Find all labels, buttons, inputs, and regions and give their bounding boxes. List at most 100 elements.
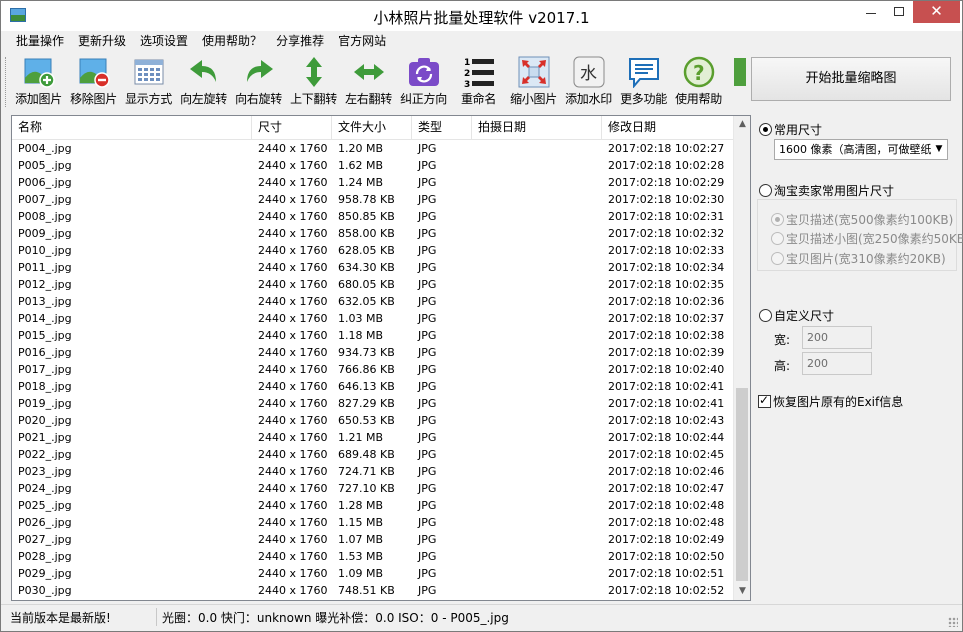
table-row[interactable]: P008_.jpg 2440 x 1760 850.85 KB JPG 2017:02:…	[12, 208, 734, 225]
taobao-option-desc-small[interactable]: 宝贝描述小图(宽250像素约50KB)	[771, 230, 963, 247]
remove-image-button[interactable]: 移除图片	[66, 53, 121, 109]
column-file-size[interactable]: 文件大小	[332, 116, 412, 140]
column-name[interactable]: 名称	[12, 116, 252, 140]
rename-button[interactable]: 1 2 3 重命名	[451, 53, 506, 109]
file-list[interactable]: 名称 尺寸 文件大小 类型 拍摄日期 修改日期 P004_.jpg 2440 x …	[11, 115, 751, 601]
table-row[interactable]: P018_.jpg 2440 x 1760 646.13 KB JPG 2017:02:…	[12, 378, 734, 395]
table-row[interactable]: P023_.jpg 2440 x 1760 724.71 KB JPG 2017:02:…	[12, 463, 734, 480]
cell-type: JPG	[418, 363, 437, 376]
help-button[interactable]: ? 使用帮助	[671, 53, 726, 109]
table-row[interactable]: P011_.jpg 2440 x 1760 634.30 KB JPG 2017:02:…	[12, 259, 734, 276]
cell-name: P021_.jpg	[18, 431, 72, 444]
table-row[interactable]: P012_.jpg 2440 x 1760 680.05 KB JPG 2017:02:…	[12, 276, 734, 293]
flip-horizontal-button[interactable]: 左右翻转	[341, 53, 396, 109]
custom-size-option[interactable]: 自定义尺寸	[759, 307, 834, 324]
menu-website[interactable]: 官方网站	[331, 32, 393, 52]
cell-dimensions: 2440 x 1760	[258, 567, 328, 580]
start-batch-button[interactable]: 开始批量缩略图	[751, 57, 951, 101]
more-features-button[interactable]: 更多功能	[616, 53, 671, 109]
menu-update[interactable]: 更新升级	[71, 32, 133, 52]
table-row[interactable]: P019_.jpg 2440 x 1760 827.29 KB JPG 2017:02:…	[12, 395, 734, 412]
correct-orientation-icon	[408, 58, 439, 86]
scroll-thumb[interactable]	[736, 388, 748, 581]
scroll-down-icon[interactable]: ▼	[734, 583, 750, 600]
table-row[interactable]: P014_.jpg 2440 x 1760 1.03 MB JPG 2017:02:18…	[12, 310, 734, 327]
close-button[interactable]: ✕	[913, 1, 960, 23]
svg-text:1: 1	[464, 58, 470, 68]
toolbar-grip[interactable]	[5, 57, 7, 107]
taobao-item-image-radio[interactable]	[771, 252, 784, 265]
table-row[interactable]: P006_.jpg 2440 x 1760 1.24 MB JPG 2017:02:18…	[12, 174, 734, 191]
toolbar-overflow[interactable]	[726, 53, 746, 109]
taobao-size-option[interactable]: 淘宝卖家常用图片尺寸	[759, 182, 894, 199]
menu-help[interactable]: 使用帮助？	[195, 32, 269, 52]
exif-option[interactable]: 恢复图片原有的Exif信息	[758, 393, 903, 410]
width-input[interactable]: 200	[802, 326, 872, 349]
table-row[interactable]: P027_.jpg 2440 x 1760 1.07 MB JPG 2017:02:18…	[12, 531, 734, 548]
menu-bar: 批量操作 更新升级 选项设置 使用帮助？ 分享推荐 官方网站	[9, 32, 749, 52]
table-row[interactable]: P007_.jpg 2440 x 1760 958.78 KB JPG 2017:02:…	[12, 191, 734, 208]
custom-size-radio[interactable]	[759, 309, 772, 322]
shrink-image-button[interactable]: 缩小图片	[506, 53, 561, 109]
table-row[interactable]: P029_.jpg 2440 x 1760 1.09 MB JPG 2017:02:18…	[12, 565, 734, 582]
taobao-option-item-image[interactable]: 宝贝图片(宽310像素约20KB)	[771, 250, 946, 267]
table-row[interactable]: P017_.jpg 2440 x 1760 766.86 KB JPG 2017:02:…	[12, 361, 734, 378]
table-row[interactable]: P005_.jpg 2440 x 1760 1.62 MB JPG 2017:02:18…	[12, 157, 734, 174]
table-row[interactable]: P021_.jpg 2440 x 1760 1.21 MB JPG 2017:02:18…	[12, 429, 734, 446]
table-row[interactable]: P020_.jpg 2440 x 1760 650.53 KB JPG 2017:02:…	[12, 412, 734, 429]
watermark-button[interactable]: 水 添加水印	[561, 53, 616, 109]
column-type[interactable]: 类型	[412, 116, 472, 140]
menu-options[interactable]: 选项设置	[133, 32, 195, 52]
menu-batch[interactable]: 批量操作	[9, 32, 71, 52]
taobao-option-desc[interactable]: 宝贝描述(宽500像素约100KB)	[771, 211, 953, 228]
maximize-button[interactable]	[885, 1, 913, 23]
correct-orientation-button[interactable]: 纠正方向	[396, 53, 451, 109]
height-input[interactable]: 200	[802, 352, 872, 375]
table-row[interactable]: P004_.jpg 2440 x 1760 1.20 MB JPG 2017:02:18…	[12, 140, 734, 157]
taobao-desc-radio[interactable]	[771, 213, 784, 226]
scroll-up-icon[interactable]: ▲	[734, 116, 750, 133]
common-size-option[interactable]: 常用尺寸	[759, 121, 822, 138]
rotate-right-button[interactable]: 向右旋转	[231, 53, 286, 109]
table-row[interactable]: P013_.jpg 2440 x 1760 632.05 KB JPG 2017:02:…	[12, 293, 734, 310]
cell-modified-date: 2017:02:18 10:02:38	[608, 329, 725, 342]
cell-type: JPG	[418, 312, 437, 325]
table-row[interactable]: P016_.jpg 2440 x 1760 934.73 KB JPG 2017:02:…	[12, 344, 734, 361]
column-size[interactable]: 尺寸	[252, 116, 332, 140]
cell-dimensions: 2440 x 1760	[258, 227, 328, 240]
options-panel: 常用尺寸 1600 像素（高清图，可做壁纸 ▼ 淘宝卖家常用图片尺寸 宝贝描述(…	[757, 115, 963, 605]
size-select[interactable]: 1600 像素（高清图，可做壁纸 ▼	[774, 139, 948, 160]
table-row[interactable]: P026_.jpg 2440 x 1760 1.15 MB JPG 2017:02:18…	[12, 514, 734, 531]
title-bar[interactable]: 小林照片批量处理软件 v2017.1 ✕	[1, 1, 962, 31]
resize-grip[interactable]	[948, 617, 958, 627]
exif-checkbox[interactable]	[758, 393, 771, 408]
list-header: 名称 尺寸 文件大小 类型 拍摄日期 修改日期	[12, 116, 734, 140]
table-row[interactable]: P022_.jpg 2440 x 1760 689.48 KB JPG 2017:02:…	[12, 446, 734, 463]
table-row[interactable]: P030_.jpg 2440 x 1760 748.51 KB JPG 2017:02:…	[12, 582, 734, 599]
minimize-button[interactable]	[857, 1, 885, 23]
cell-modified-date: 2017:02:18 10:02:30	[608, 193, 725, 206]
table-row[interactable]: P028_.jpg 2440 x 1760 1.53 MB JPG 2017:02:18…	[12, 548, 734, 565]
chevron-down-icon[interactable]: ▼	[931, 140, 947, 159]
table-row[interactable]: P009_.jpg 2440 x 1760 858.00 KB JPG 2017:02:…	[12, 225, 734, 242]
column-taken-date[interactable]: 拍摄日期	[472, 116, 602, 140]
common-size-radio[interactable]	[759, 123, 772, 136]
column-modified-date[interactable]: 修改日期	[602, 116, 734, 140]
table-row[interactable]: P015_.jpg 2440 x 1760 1.18 MB JPG 2017:02:18…	[12, 327, 734, 344]
cell-taken-date	[472, 259, 602, 276]
view-mode-button[interactable]: 显示方式	[121, 53, 176, 109]
cell-taken-date	[472, 157, 602, 174]
table-row[interactable]: P025_.jpg 2440 x 1760 1.28 MB JPG 2017:02:18…	[12, 497, 734, 514]
maximize-icon	[894, 7, 904, 16]
add-image-button[interactable]: 添加图片	[11, 53, 66, 109]
cell-dimensions: 2440 x 1760	[258, 431, 328, 444]
flip-vertical-button[interactable]: 上下翻转	[286, 53, 341, 109]
table-row[interactable]: P010_.jpg 2440 x 1760 628.05 KB JPG 2017:02:…	[12, 242, 734, 259]
taobao-desc-small-radio[interactable]	[771, 232, 784, 245]
vertical-scrollbar[interactable]: ▲ ▼	[733, 116, 750, 600]
table-row[interactable]: P024_.jpg 2440 x 1760 727.10 KB JPG 2017:02:…	[12, 480, 734, 497]
taobao-size-radio[interactable]	[759, 184, 772, 197]
rotate-left-button[interactable]: 向左旋转	[176, 53, 231, 109]
menu-share[interactable]: 分享推荐	[269, 32, 331, 52]
watermark-label: 添加水印	[565, 92, 612, 106]
